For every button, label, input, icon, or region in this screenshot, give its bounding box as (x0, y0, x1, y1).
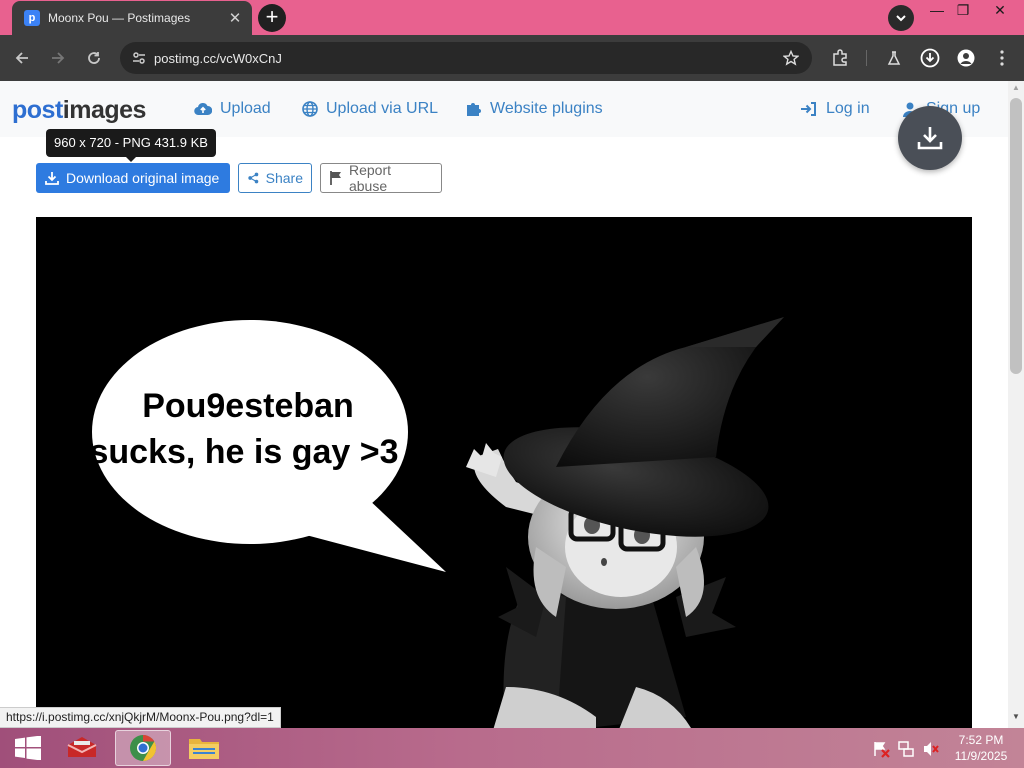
toolbar-divider (866, 50, 867, 66)
status-link-preview: https://i.postimg.cc/xnjQkjrM/Moonx-Pou.… (0, 707, 281, 728)
cloud-upload-icon (194, 102, 212, 116)
witch-girl-illustration: Pou9esteban sucks, he is gay >3 (89, 317, 784, 728)
taskbar-clock[interactable]: 7:52 PM 11/9/2025 (948, 732, 1014, 764)
nav-upload-link[interactable]: Upload (194, 100, 271, 118)
report-abuse-button[interactable]: Report abuse (320, 162, 442, 194)
page-content: postimages Upload Upload via URL Website… (0, 81, 1008, 728)
back-button[interactable] (10, 46, 34, 70)
site-info-icon[interactable] (128, 47, 150, 69)
flag-icon (330, 171, 341, 185)
tab-search-button[interactable] (888, 5, 914, 31)
extensions-icon[interactable] (828, 46, 852, 70)
speech-bubble: Pou9esteban sucks, he is gay >3 (89, 320, 446, 572)
network-icon[interactable] (897, 740, 915, 758)
reload-button[interactable] (82, 46, 106, 70)
volume-muted-icon[interactable] (922, 740, 940, 758)
download-tray-icon (917, 127, 943, 150)
witch-character (466, 317, 784, 728)
downloads-icon[interactable] (918, 46, 942, 70)
browser-tab[interactable]: p Moonx Pou — Postimages ✕ (12, 1, 252, 35)
network-error-icon[interactable] (872, 740, 890, 758)
scrollbar-thumb[interactable] (1010, 98, 1022, 374)
new-tab-button[interactable]: + (258, 4, 286, 32)
reload-icon (88, 52, 100, 64)
clock-date: 11/9/2025 (954, 749, 1008, 763)
windows-taskbar: 7:52 PM 11/9/2025 (0, 728, 1024, 768)
uploaded-image[interactable]: Pou9esteban sucks, he is gay >3 (36, 217, 972, 728)
speech-text-line2: sucks, he is gay >3 (89, 433, 398, 471)
sign-in-icon (801, 102, 816, 116)
chrome-menu-icon[interactable] (990, 46, 1014, 70)
nav-upload-url-link[interactable]: Upload via URL (302, 100, 438, 118)
profile-icon[interactable] (954, 46, 978, 70)
scroll-down-arrow-icon[interactable]: ▼ (1008, 712, 1024, 726)
globe-icon (302, 101, 318, 117)
file-explorer-icon[interactable] (176, 730, 232, 766)
puzzle-piece-icon (467, 103, 481, 116)
scroll-up-arrow-icon[interactable]: ▲ (1008, 83, 1024, 97)
tab-close-icon[interactable]: ✕ (226, 9, 244, 27)
address-bar[interactable]: postimg.cc/vcW0xCnJ (120, 42, 812, 74)
image-info-tooltip: 960 x 720 - PNG 431.9 KB (46, 129, 216, 162)
download-icon (45, 172, 59, 185)
clock-time: 7:52 PM (958, 733, 1004, 747)
close-window-button[interactable]: ✕ (980, 0, 1020, 22)
share-icon (248, 172, 259, 184)
nav-login-link[interactable]: Log in (800, 100, 870, 118)
arrow-right-icon (52, 52, 65, 64)
share-button[interactable]: Share (238, 163, 312, 193)
chevron-down-icon (896, 15, 906, 22)
labs-flask-icon[interactable] (882, 46, 906, 70)
download-original-button[interactable]: Download original image (36, 163, 230, 193)
windows-start-icon[interactable] (0, 730, 56, 766)
tab-title: Moonx Pou — Postimages (48, 11, 191, 25)
bookmark-star-icon[interactable] (776, 50, 806, 66)
restore-button[interactable]: ❐ (946, 0, 980, 22)
arrow-left-icon (15, 52, 28, 64)
speech-text-line1: Pou9esteban (142, 387, 354, 425)
nav-plugins-link[interactable]: Website plugins (466, 100, 603, 118)
chrome-icon[interactable] (115, 730, 171, 766)
red-app-icon[interactable] (54, 730, 110, 766)
forward-button[interactable] (46, 46, 70, 70)
postimages-favicon-icon: p (24, 10, 40, 26)
url-text[interactable]: postimg.cc/vcW0xCnJ (154, 51, 776, 66)
postimages-logo[interactable]: postimages (12, 96, 146, 125)
floating-download-button[interactable] (898, 106, 962, 170)
